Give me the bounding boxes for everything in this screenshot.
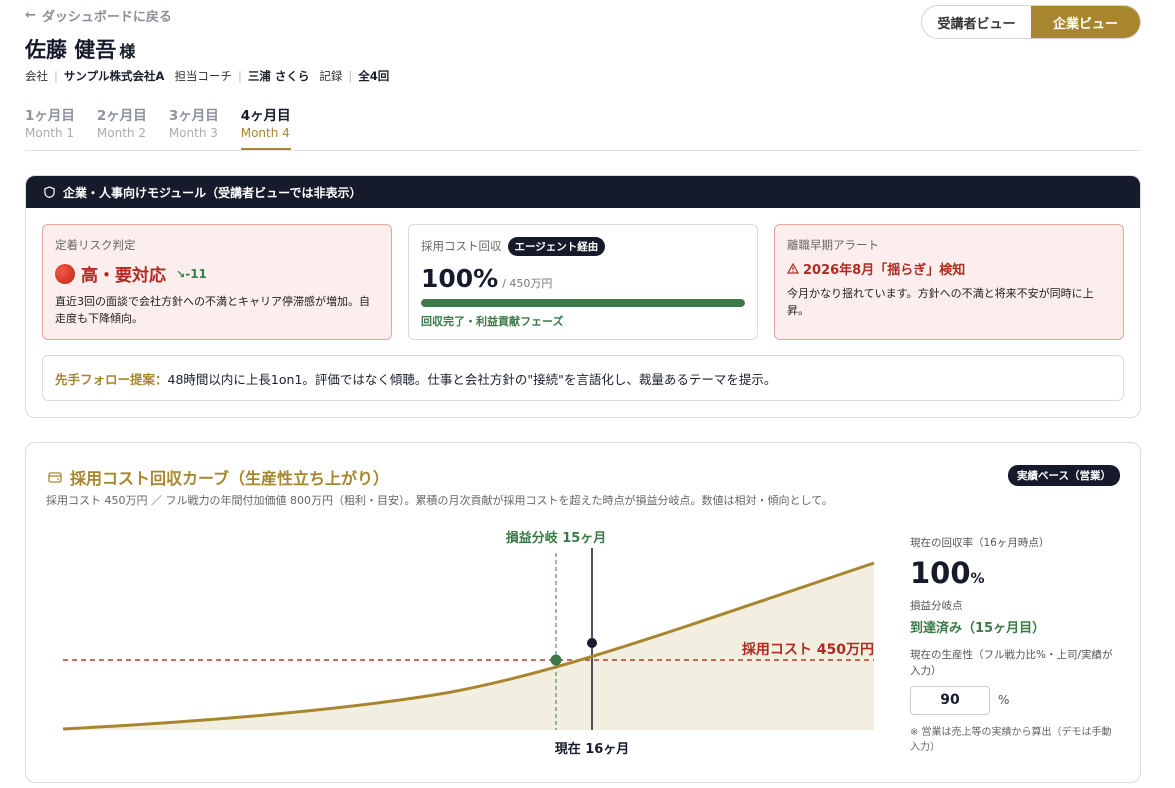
risk-status: 高・要対応 bbox=[81, 266, 166, 286]
month-tabs: 1ヶ月目 Month 1 2ヶ月目 Month 2 3ヶ月目 Month 3 4… bbox=[25, 104, 291, 150]
curve-title: 採用コスト回収カーブ（生産性立ち上がり） bbox=[48, 465, 389, 489]
wallet-icon bbox=[48, 471, 62, 483]
tab-month-3[interactable]: 3ヶ月目 Month 3 bbox=[169, 104, 219, 150]
curve-sidebar: 現在の回収率（16ヶ月時点） 100% 損益分岐点 到達済み（15ヶ月目） 現在… bbox=[910, 535, 1120, 755]
recovery-percent: 100% bbox=[421, 264, 499, 293]
productivity-note: ※ 営業は売上等の実績から算出（デモは手動入力） bbox=[910, 726, 1112, 753]
warning-icon bbox=[787, 263, 799, 274]
retention-risk-card: 定着リスク判定 高・要対応 ↘-11 直近3回の面談で会社方針への不満とキャリア… bbox=[42, 224, 392, 340]
red-circle-icon bbox=[55, 263, 75, 284]
risk-description: 直近3回の面談で会社方針への不満とキャリア停滞感が増加。自走度も下降傾向。 bbox=[55, 295, 370, 325]
card-title: 離職早期アラート bbox=[787, 238, 879, 252]
record-label: 記録 bbox=[319, 69, 343, 83]
alert-description: 今月かなり揺れています。方針への不満と将来不安が同時に上昇。 bbox=[787, 287, 1094, 317]
cost-recovery-curve-panel: 採用コスト回収カーブ（生産性立ち上がり） 採用コスト 450万円 ／ フル戦力の… bbox=[25, 442, 1141, 783]
tab-month-1[interactable]: 1ヶ月目 Month 1 bbox=[25, 104, 75, 150]
divider: | bbox=[348, 69, 353, 83]
breakeven-label: 損益分岐 15ヶ月 bbox=[506, 530, 607, 546]
rate-number: 100 bbox=[910, 556, 971, 590]
now-label: 現在 16ヶ月 bbox=[555, 741, 630, 757]
agent-badge: エージェント経由 bbox=[507, 237, 606, 256]
recovery-progress-fill bbox=[421, 299, 745, 307]
tab-label: 3ヶ月目 bbox=[168, 108, 219, 124]
view-toggle: 受講者ビュー 企業ビュー bbox=[921, 5, 1141, 39]
module-title: 企業・人事向けモジュール（受講者ビューでは非表示） bbox=[63, 185, 362, 200]
tab-sublabel: Month 1 bbox=[25, 126, 75, 140]
trend-down-icon: ↘ bbox=[176, 267, 186, 281]
back-to-dashboard-link[interactable]: ← ダッシュボードに戻る bbox=[25, 6, 172, 25]
honorific: 様 bbox=[119, 42, 136, 61]
company-label: 会社 bbox=[25, 69, 48, 83]
proposal-text: 48時間以内に上長1on1。評価ではなく傾聴。仕事と会社方針の"接続"を言語化し… bbox=[167, 371, 777, 387]
tab-sublabel: Month 4 bbox=[240, 126, 290, 140]
trend-value: -11 bbox=[185, 266, 207, 281]
breakeven-point bbox=[550, 654, 562, 666]
tab-label: 4ヶ月目 bbox=[240, 108, 291, 124]
trainee-view-button[interactable]: 受講者ビュー bbox=[922, 6, 1031, 38]
cost-label: 採用コスト 450万円 bbox=[742, 641, 874, 658]
productivity-unit: % bbox=[998, 693, 1010, 707]
tab-month-4[interactable]: 4ヶ月目 Month 4 bbox=[240, 104, 291, 150]
rate-value: 100% bbox=[910, 556, 1120, 590]
back-label: ダッシュボードに戻る bbox=[41, 10, 172, 25]
early-turnover-alert-card: 離職早期アラート 2026年8月「揺らぎ」検知 今月かなり揺れています。方針への… bbox=[774, 224, 1124, 340]
tab-sublabel: Month 2 bbox=[96, 126, 146, 140]
trend-indicator: ↘-11 bbox=[176, 267, 207, 281]
breakeven-status: 到達済み（15ヶ月目） bbox=[910, 621, 1046, 636]
arrow-left-icon: ← bbox=[25, 8, 36, 23]
module-header: 企業・人事向けモジュール（受講者ビューでは非表示） bbox=[26, 176, 1140, 208]
tabs-divider bbox=[25, 150, 1141, 151]
coach-value: 三浦 さくら bbox=[247, 69, 310, 83]
rate-label: 現在の回収率（16ヶ月時点） bbox=[910, 537, 1050, 549]
card-title: 採用コスト回収 エージェント経由 bbox=[421, 237, 745, 256]
coach-label: 担当コーチ bbox=[174, 69, 232, 83]
trainee-name: 佐藤 健吾様 bbox=[25, 34, 135, 64]
recovery-progress-bar bbox=[421, 299, 745, 307]
hr-module: 企業・人事向けモジュール（受講者ビューでは非表示） 定着リスク判定 高・要対応 … bbox=[25, 175, 1141, 418]
current-point bbox=[587, 638, 597, 648]
actuals-badge: 実績ベース（営業） bbox=[1008, 465, 1120, 486]
curve-subtitle: 採用コスト 450万円 ／ フル戦力の年間付加価値 800万円（粗利・目安）。累… bbox=[46, 494, 833, 507]
rate-unit: % bbox=[970, 571, 985, 587]
tab-month-2[interactable]: 2ヶ月目 Month 2 bbox=[97, 104, 147, 150]
productivity-input[interactable] bbox=[910, 685, 990, 715]
company-value: サンプル株式会社A bbox=[63, 69, 165, 83]
company-view-button[interactable]: 企業ビュー bbox=[1031, 6, 1140, 38]
recovery-chart: 損益分岐 15ヶ月 採用コスト 450万円 現在 16ヶ月 bbox=[62, 530, 875, 757]
productivity-label: 現在の生産性（フル戦力比%・上司/実績が入力） bbox=[910, 649, 1113, 677]
record-value: 全4回 bbox=[358, 69, 390, 83]
divider: | bbox=[237, 69, 242, 83]
cost-title: 採用コスト回収 bbox=[421, 239, 502, 253]
alert-headline: 2026年8月「揺らぎ」検知 bbox=[803, 263, 966, 278]
trainee-meta: 会社 | サンプル株式会社A 担当コーチ | 三浦 さくら 記録 | 全4回 bbox=[25, 68, 389, 84]
tab-label: 1ヶ月目 bbox=[25, 108, 75, 124]
breakeven-side-label: 損益分岐点 bbox=[910, 600, 963, 612]
tab-sublabel: Month 3 bbox=[168, 126, 218, 140]
shield-icon bbox=[44, 186, 55, 198]
proposal-label: 先手フォロー提案： bbox=[55, 371, 168, 387]
divider: | bbox=[54, 69, 58, 83]
curve-title-text: 採用コスト回収カーブ（生産性立ち上がり） bbox=[70, 469, 390, 488]
trainee-name-text: 佐藤 健吾 bbox=[25, 38, 117, 62]
recovery-total: / 450万円 bbox=[502, 277, 553, 290]
follow-up-proposal: 先手フォロー提案： 48時間以内に上長1on1。評価ではなく傾聴。仕事と会社方針… bbox=[42, 355, 1124, 401]
cost-recovery-card: 採用コスト回収 エージェント経由 100% / 450万円 回収完了・利益貢献フェ… bbox=[408, 224, 758, 340]
card-title: 定着リスク判定 bbox=[55, 238, 136, 252]
recovery-note: 回収完了・利益貢献フェーズ bbox=[421, 315, 564, 328]
tab-label: 2ヶ月目 bbox=[96, 108, 147, 124]
